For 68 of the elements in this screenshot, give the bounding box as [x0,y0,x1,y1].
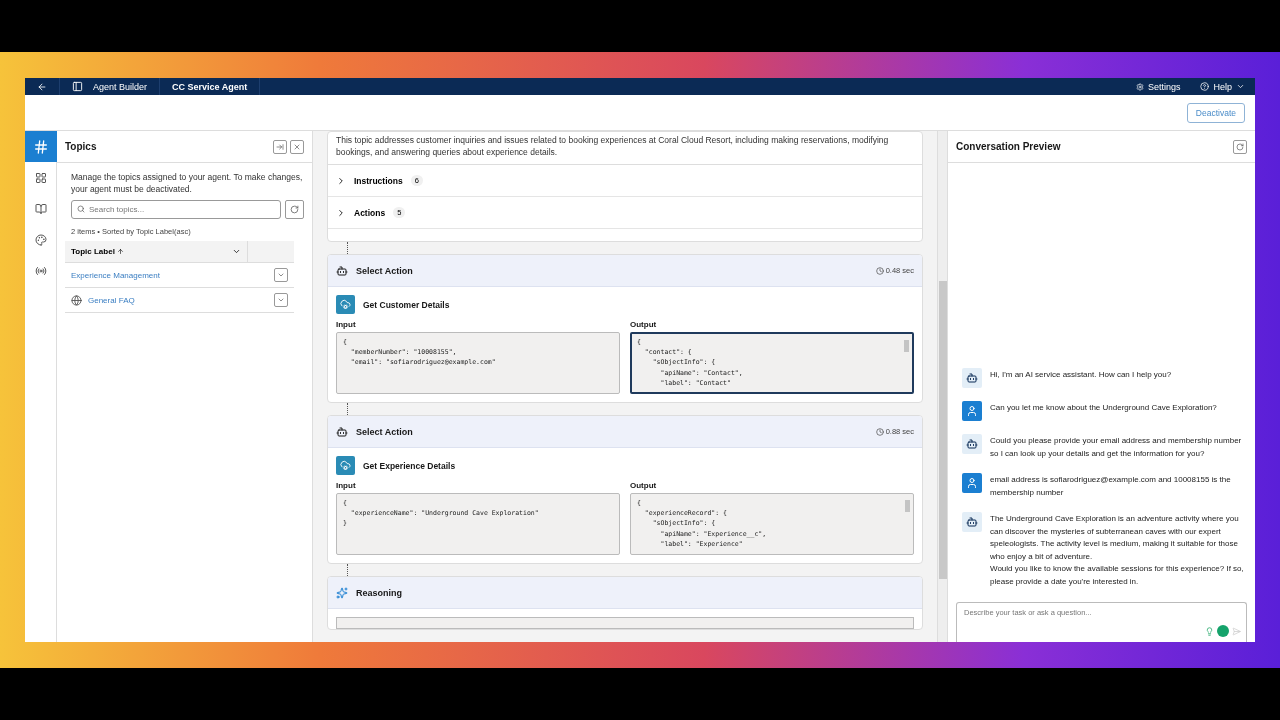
action-name: Get Customer Details [363,299,450,310]
chat-message: Hi, I'm an AI service assistant. How can I help you? [990,369,1172,381]
globe-icon [71,294,82,306]
bot-avatar [962,512,982,532]
app-name: Agent Builder [93,81,148,92]
input-label: Input [336,320,357,329]
palette-icon [35,233,47,246]
cloud-icon [336,295,355,314]
agent-name: CC Service Agent [172,81,248,92]
input-label: Input [336,481,357,490]
row-menu-button[interactable] [274,293,288,307]
sparkle-icon [336,586,348,599]
action-name: Get Experience Details [363,460,456,471]
search-icon [77,205,85,213]
chat-message: Could you please provide your email address and membership number so I can look up your details and get the information for you? [990,435,1243,460]
refresh-button[interactable] [1233,139,1247,154]
bot-avatar [962,434,982,454]
caret-icon [277,296,285,304]
cloud-icon [336,456,355,475]
topic-link[interactable]: General FAQ [88,295,268,305]
chat-message: The Underground Cave Exploration is an adventure activity where you can discover the mysteries of subterranean caves with our expert speleologists. The activity level is medium, making it suitable for those who enjoy a bit of adventure. Would you like to know the available sessions for this experience? If so, please provide a date you're interested in. [990,513,1245,588]
step-title: Select Action [356,265,414,276]
chat-message: email address is sofiarodriguez@example.com and 10008155 is the membership number [990,474,1232,499]
chat-message: Can you let me know about the Underground Cave Exploration? [990,402,1217,414]
signal-icon [35,264,47,277]
step-title: Reasoning [356,587,403,598]
caret-icon [232,247,241,256]
apps-icon [35,171,47,184]
chevron-icon [336,175,346,186]
bot-icon [336,425,348,438]
hash-icon [33,138,49,155]
book-icon [35,202,47,215]
clock-icon [875,427,884,436]
help-button[interactable]: Help [1190,81,1255,92]
user-avatar [962,473,982,493]
user-avatar [962,401,982,421]
back-icon[interactable] [37,81,47,92]
settings-button[interactable]: Settings [1125,81,1191,92]
row-menu-button[interactable] [274,268,288,282]
scrollbar[interactable] [937,131,947,642]
hash-tab[interactable] [25,131,57,162]
panel-icon [72,81,83,92]
collapse-button[interactable] [273,139,287,154]
step-title: Select Action [356,426,414,437]
chevron-icon [336,207,346,218]
panel-title: Topics [65,141,97,152]
sort-arrow-icon [116,248,124,255]
bulb-icon[interactable] [1205,626,1214,636]
arrow-to-line-icon [276,142,284,151]
gear-icon [1135,82,1144,91]
panel-title: Conversation Preview [956,141,1061,152]
refresh-button[interactable] [285,200,304,219]
topics-description: Manage the topics assigned to your agent. To make changes, your agent must be deactivated. [71,171,304,195]
output-label: Output [630,320,658,329]
bot-icon [336,264,348,277]
caret-icon [1236,82,1245,91]
clock-icon [875,266,884,275]
close-icon [293,142,301,151]
help-icon [1200,82,1210,91]
caret-icon [277,271,285,279]
close-button[interactable] [290,139,304,154]
refresh-icon [290,205,299,214]
bot-avatar [962,368,982,388]
topic-link[interactable]: Experience Management [71,270,268,280]
deactivate-button[interactable]: Deactivate [1186,102,1245,123]
output-label: Output [630,481,658,490]
search-field[interactable]: Search topics... [71,200,281,219]
refresh-icon [1236,142,1244,151]
